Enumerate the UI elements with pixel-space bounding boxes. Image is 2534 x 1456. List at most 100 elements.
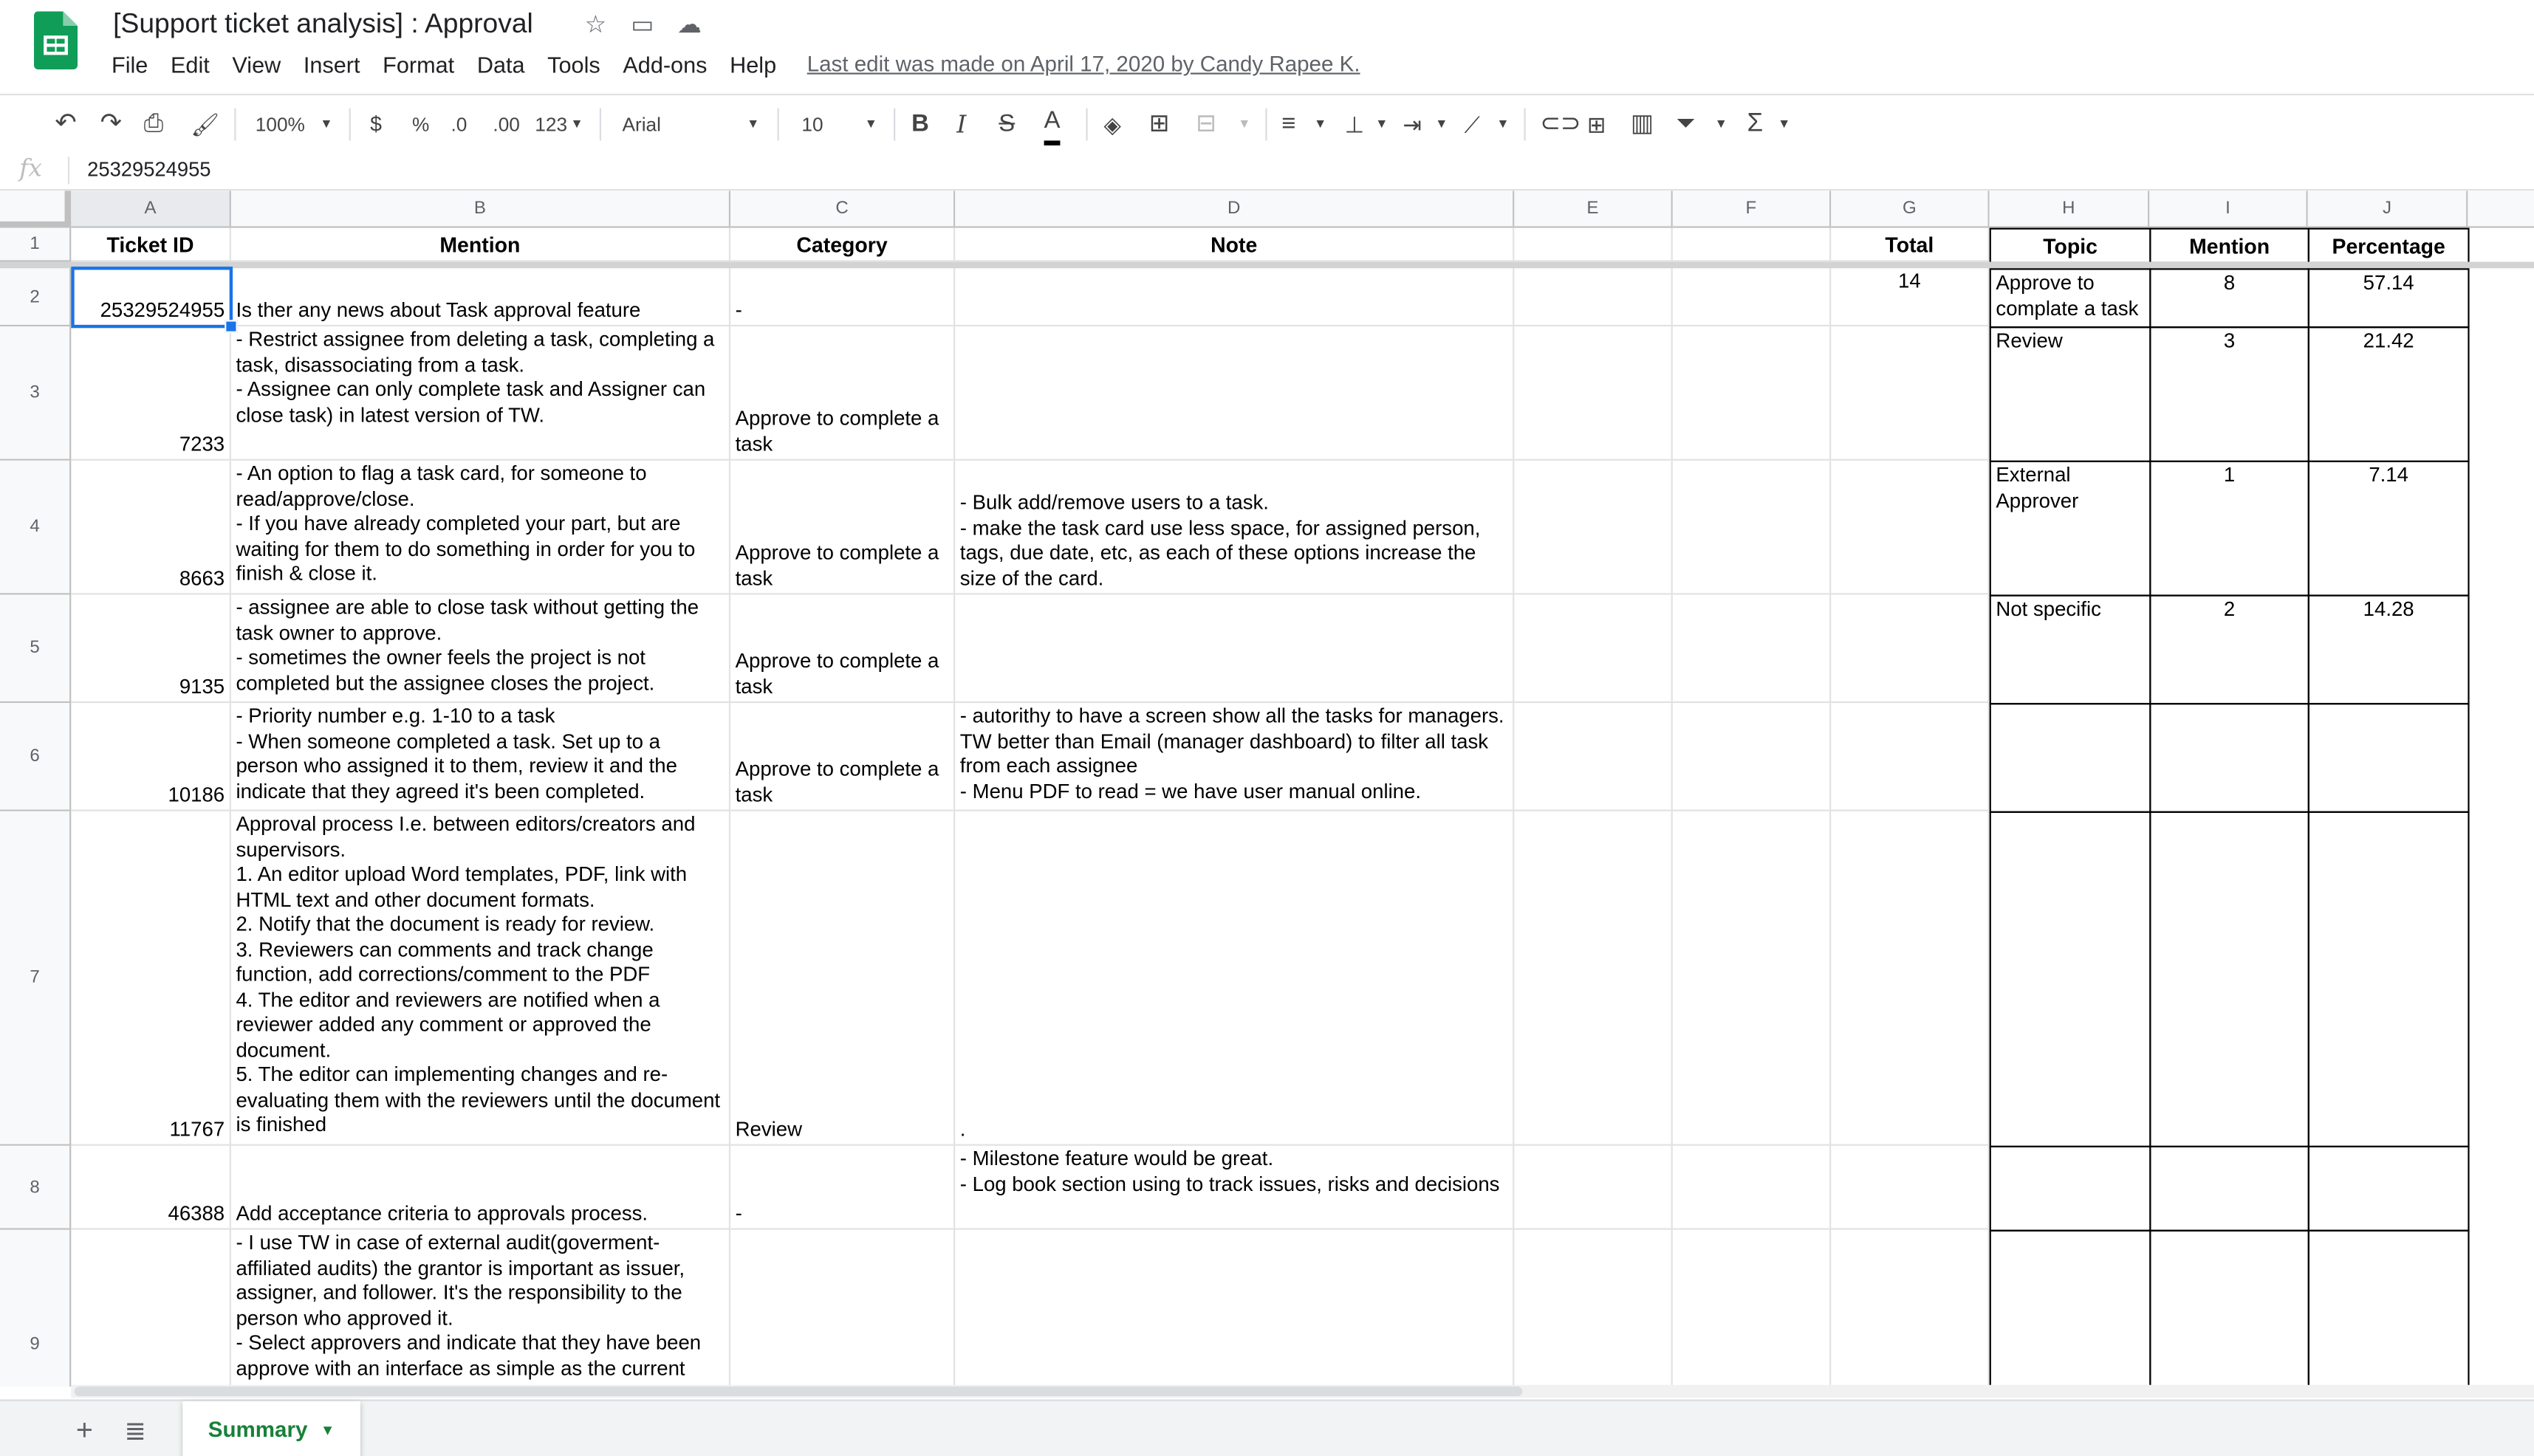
cell-e4[interactable] xyxy=(1514,460,1673,595)
text-rotation-icon[interactable]: ⟋ xyxy=(1465,109,1480,141)
cell-e5[interactable] xyxy=(1514,594,1673,704)
italic-icon[interactable]: I xyxy=(956,109,966,141)
halign-dropdown-icon[interactable]: ▼ xyxy=(1314,109,1326,141)
decrease-decimal-button[interactable]: .0 xyxy=(451,109,468,141)
menu-file[interactable]: File xyxy=(100,52,160,78)
mention-cell[interactable]: - Priority number e.g. 1-10 to a task - … xyxy=(230,703,731,811)
ticket-id-cell[interactable]: 25329524955 xyxy=(71,268,231,327)
column-header-f[interactable]: F xyxy=(1672,190,1832,228)
column-header-d[interactable]: D xyxy=(955,190,1515,228)
category-cell[interactable]: - xyxy=(730,268,956,327)
topic-percentage-cell[interactable]: 7.14 xyxy=(2307,460,2470,597)
borders-icon[interactable]: ⊞ xyxy=(1149,109,1170,141)
font-size-select[interactable]: 10 xyxy=(801,109,823,141)
cell-f1[interactable] xyxy=(1672,227,1832,262)
topic-mention-cell[interactable]: 3 xyxy=(2149,326,2309,462)
menu-addons[interactable]: Add-ons xyxy=(612,52,719,78)
cell-h8[interactable] xyxy=(1989,1145,2151,1232)
mention-cell[interactable]: Is ther any news about Task approval fea… xyxy=(230,268,731,327)
fill-color-icon[interactable]: ◈ xyxy=(1104,109,1122,141)
ticket-id-cell[interactable]: 10186 xyxy=(71,703,231,811)
cell-f2[interactable] xyxy=(1672,268,1832,327)
cell-f6[interactable] xyxy=(1672,703,1832,811)
mention-cell[interactable]: - Restrict assignee from deleting a task… xyxy=(230,326,731,461)
category-cell[interactable]: Approve to complete a task xyxy=(730,326,956,461)
cell-f4[interactable] xyxy=(1672,460,1832,595)
insert-comment-icon[interactable]: ⊞ xyxy=(1587,109,1606,141)
category-cell[interactable] xyxy=(730,1229,956,1387)
paint-format-icon[interactable]: 🖌 xyxy=(191,109,219,141)
total-value-cell[interactable]: 14 xyxy=(1831,268,1990,327)
font-size-dropdown-icon[interactable]: ▼ xyxy=(865,109,877,141)
undo-icon[interactable]: ↶ xyxy=(55,109,76,141)
row-header-4[interactable]: 4 xyxy=(0,460,72,595)
scrollbar-thumb[interactable] xyxy=(74,1386,1523,1397)
zoom-dropdown-icon[interactable]: ▼ xyxy=(320,109,332,141)
bold-icon[interactable]: B xyxy=(911,109,929,141)
ticket-id-cell[interactable]: 9135 xyxy=(71,594,231,704)
horizontal-align-icon[interactable]: ≡ xyxy=(1281,109,1295,141)
note-cell[interactable] xyxy=(955,268,1515,327)
topic-mention-cell[interactable]: 8 xyxy=(2149,268,2309,329)
all-sheets-icon[interactable]: ≣ xyxy=(124,1415,145,1448)
merge-cells-icon[interactable]: ⊟ xyxy=(1196,109,1216,141)
cell-g4[interactable] xyxy=(1831,460,1990,595)
cell-i6[interactable] xyxy=(2149,703,2309,813)
ticket-id-cell[interactable]: 11767 xyxy=(71,811,231,1146)
menu-help[interactable]: Help xyxy=(719,52,788,78)
print-icon[interactable]: ⎙ xyxy=(144,109,163,141)
cell-j8[interactable] xyxy=(2307,1145,2470,1232)
cell-e6[interactable] xyxy=(1514,703,1673,811)
category-cell[interactable]: Approve to complete a task xyxy=(730,703,956,811)
note-cell[interactable]: - autorithy to have a screen show all th… xyxy=(955,703,1515,811)
filter-icon[interactable]: ⏷ xyxy=(1676,109,1695,141)
cell-f3[interactable] xyxy=(1672,326,1832,461)
note-cell[interactable]: . xyxy=(955,811,1515,1146)
merge-dropdown-icon[interactable]: ▼ xyxy=(1238,109,1250,141)
header-note[interactable]: Note xyxy=(955,227,1515,262)
mention-cell[interactable]: Approval process I.e. between editors/cr… xyxy=(230,811,731,1146)
cell-g5[interactable] xyxy=(1831,594,1990,704)
currency-format-button[interactable]: $ xyxy=(370,109,382,141)
font-select[interactable]: Arial xyxy=(622,109,661,141)
category-cell[interactable]: Approve to complete a task xyxy=(730,460,956,595)
row-header-1[interactable]: 1 xyxy=(0,227,72,262)
row-header-5[interactable]: 5 xyxy=(0,594,72,704)
cell-f8[interactable] xyxy=(1672,1145,1832,1230)
header-category[interactable]: Category xyxy=(730,227,956,262)
topic-percentage-cell[interactable]: 14.28 xyxy=(2307,594,2470,705)
header-mention[interactable]: Mention xyxy=(230,227,731,262)
ticket-id-cell[interactable]: 7233 xyxy=(71,326,231,461)
cell-e1[interactable] xyxy=(1514,227,1673,262)
functions-icon[interactable]: Σ xyxy=(1747,109,1763,141)
rotation-dropdown-icon[interactable]: ▼ xyxy=(1496,109,1509,141)
ticket-id-cell[interactable]: 8663 xyxy=(71,460,231,595)
topic-cell[interactable]: Not specific xyxy=(1989,594,2151,705)
note-cell[interactable]: - Milestone feature would be great. - Lo… xyxy=(955,1145,1515,1230)
cell-j7[interactable] xyxy=(2307,811,2470,1147)
select-all-corner[interactable] xyxy=(0,190,72,228)
functions-dropdown-icon[interactable]: ▼ xyxy=(1778,109,1790,141)
menu-data[interactable]: Data xyxy=(466,52,536,78)
cell-e3[interactable] xyxy=(1514,326,1673,461)
column-header-j[interactable]: J xyxy=(2307,190,2468,228)
cell-e7[interactable] xyxy=(1514,811,1673,1146)
header-total[interactable]: Total xyxy=(1831,227,1990,262)
row-header-2[interactable]: 2 xyxy=(0,268,72,327)
menu-insert[interactable]: Insert xyxy=(292,52,371,78)
header-percentage[interactable]: Percentage xyxy=(2307,227,2470,264)
cell-e2[interactable] xyxy=(1514,268,1673,327)
category-cell[interactable]: - xyxy=(730,1145,956,1230)
mention-cell[interactable]: - An option to flag a task card, for som… xyxy=(230,460,731,595)
insert-link-icon[interactable]: ⊂⊃ xyxy=(1540,109,1581,141)
header-ticket-id[interactable]: Ticket ID xyxy=(71,227,231,262)
percent-format-button[interactable]: % xyxy=(412,109,429,141)
cell-h6[interactable] xyxy=(1989,703,2151,813)
topic-mention-cell[interactable]: 1 xyxy=(2149,460,2309,597)
document-title[interactable]: [Support ticket analysis] : Approval xyxy=(113,8,533,41)
cell-f7[interactable] xyxy=(1672,811,1832,1146)
text-color-icon[interactable]: A xyxy=(1044,108,1061,145)
cell-j6[interactable] xyxy=(2307,703,2470,813)
cell-i8[interactable] xyxy=(2149,1145,2309,1232)
category-cell[interactable]: Approve to complete a task xyxy=(730,594,956,704)
